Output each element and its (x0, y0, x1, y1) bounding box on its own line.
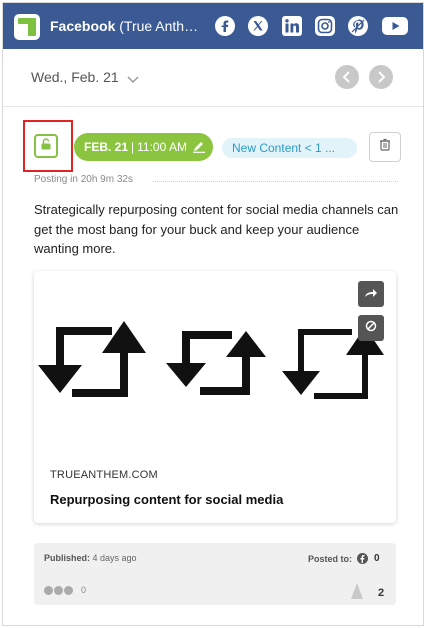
schedule-separator: | (131, 140, 135, 154)
schedule-time-pill[interactable]: FEB. 21 | 11:00 AM (74, 133, 213, 161)
posted-to-info: Posted to: 0 (308, 553, 380, 564)
like-reaction-icon (44, 585, 53, 595)
reactions-count: 0 (81, 585, 87, 595)
chevron-down-icon[interactable] (127, 71, 139, 89)
pinterest-icon[interactable] (347, 16, 369, 36)
link-title[interactable]: Repurposing content for social media (50, 492, 283, 507)
x-icon[interactable] (247, 16, 269, 36)
date-picker-label[interactable]: Wed., Feb. 21 (31, 69, 119, 85)
published-info: Published: 4 days ago (44, 553, 137, 563)
facebook-icon[interactable] (214, 16, 236, 36)
lock-highlight (23, 120, 73, 172)
share-button[interactable] (358, 281, 384, 307)
next-day-button[interactable] (369, 65, 393, 89)
posting-countdown: Posting in 20h 9m 32s (34, 174, 133, 185)
post-panel: Facebook (True Anthem Wed., Feb. 21 FEB.… (2, 2, 424, 626)
linkedin-icon[interactable] (281, 16, 303, 36)
spike-icon (351, 583, 363, 604)
post-stats: Published: 4 days ago Posted to: 0 0 2 (34, 543, 396, 605)
unlock-icon (40, 137, 52, 155)
trash-icon (379, 138, 391, 156)
date-navigation: Wed., Feb. 21 (3, 49, 423, 107)
channel-header: Facebook (True Anthem (3, 3, 423, 49)
facebook-mini-icon (357, 553, 368, 564)
instagram-icon[interactable] (314, 16, 336, 36)
haha-reaction-icon (64, 585, 73, 595)
block-icon (365, 319, 377, 337)
spike-count: 2 (378, 587, 385, 599)
true-anthem-logo (14, 14, 40, 40)
youtube-icon[interactable] (381, 16, 409, 36)
link-preview-card[interactable]: TRUEANTHEM.COM Repurposing content for s… (34, 271, 396, 523)
link-domain: TRUEANTHEM.COM (50, 469, 158, 481)
edit-pencil-icon (192, 142, 205, 153)
delete-button[interactable] (369, 132, 401, 162)
divider (153, 181, 398, 182)
repurpose-arrows-image (38, 321, 384, 399)
channel-title[interactable]: Facebook (True Anthem (50, 18, 200, 34)
share-arrow-icon (364, 285, 378, 303)
schedule-date: FEB. 21 (84, 140, 129, 154)
content-tag-pill[interactable]: New Content < 1 ... (222, 138, 357, 158)
remove-preview-button[interactable] (358, 315, 384, 341)
reactions: 0 (44, 585, 86, 595)
previous-day-button[interactable] (335, 65, 359, 89)
unlock-button[interactable] (34, 134, 58, 158)
schedule-time: 11:00 AM (137, 140, 187, 154)
love-reaction-icon (54, 585, 63, 595)
post-body-text[interactable]: Strategically repurposing content for so… (34, 200, 399, 259)
